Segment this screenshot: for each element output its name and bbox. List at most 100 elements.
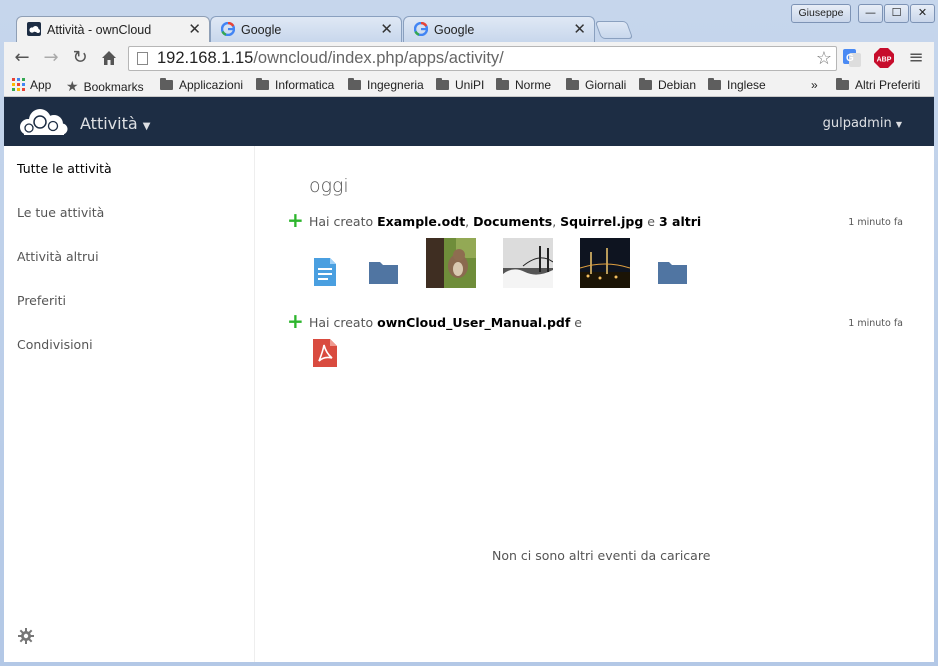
- file-link[interactable]: Documents: [473, 214, 552, 229]
- bookmark-apps[interactable]: App: [12, 78, 51, 92]
- back-arrow-icon[interactable]: ←: [11, 47, 33, 69]
- reload-icon[interactable]: ↻: [69, 47, 91, 69]
- bridge-photo-thumbnail[interactable]: [503, 238, 553, 288]
- browser-window: Attività - ownCloud ✕ Google ✕ Google ✕ …: [0, 0, 938, 666]
- pdf-file-icon[interactable]: [312, 339, 338, 367]
- app-menu-button[interactable]: Attività ▼: [80, 114, 150, 133]
- folder-icon: [160, 78, 173, 90]
- close-tab-icon[interactable]: ✕: [188, 20, 201, 38]
- activity-subject: Hai creato Example.odt, Documents, Squir…: [309, 214, 702, 229]
- bookmark-label: Bookmarks: [83, 80, 144, 94]
- activity-time: 1 minuto fa: [848, 318, 903, 329]
- owncloud-header: Attività ▼ gulpadmin ▼: [4, 97, 934, 146]
- menu-icon[interactable]: ≡: [905, 47, 927, 69]
- no-more-events-message: Non ci sono altri eventi da caricare: [492, 548, 711, 563]
- day-heading: oggi: [309, 175, 349, 197]
- new-tab-button[interactable]: [594, 21, 634, 39]
- bookmark-label: App: [30, 78, 52, 92]
- minimize-button[interactable]: —: [858, 4, 883, 23]
- owncloud-logo-icon[interactable]: [16, 107, 68, 137]
- owncloud-favicon-icon: [27, 22, 41, 36]
- adblock-plus-icon[interactable]: ABP: [874, 48, 894, 68]
- bookmark-bookmarks[interactable]: ★ Bookmarks: [66, 78, 144, 95]
- folder-icon: [639, 78, 652, 90]
- url-path: /owncloud/index.php/apps/activity/: [253, 49, 504, 67]
- tab-owncloud-activity[interactable]: Attività - ownCloud ✕: [16, 16, 210, 42]
- profile-button[interactable]: Giuseppe: [791, 4, 851, 23]
- bookmark-label: Giornali: [585, 78, 627, 92]
- nav-item-shares[interactable]: Condivisioni: [17, 337, 93, 352]
- bookmark-label: Applicazioni: [179, 78, 244, 92]
- close-window-button[interactable]: ✕: [910, 4, 935, 23]
- bookmark-folder-debian[interactable]: Debian: [639, 78, 696, 92]
- bookmark-label: Norme: [515, 78, 552, 92]
- tab-strip: Attività - ownCloud ✕ Google ✕ Google ✕ …: [0, 0, 938, 42]
- nav-item-favorites[interactable]: Preferiti: [17, 293, 66, 308]
- bookmark-folder-informatica[interactable]: Informatica: [256, 78, 334, 92]
- bookmark-label: Informatica: [275, 78, 335, 92]
- bookmark-folder-ingegneria[interactable]: Ingegneria: [348, 78, 424, 92]
- bookmark-folder-unipi[interactable]: UniPI: [436, 78, 484, 92]
- abp-label: ABP: [877, 57, 892, 64]
- bookmark-label: Ingegneria: [367, 78, 424, 92]
- bookmark-folder-inglese[interactable]: Inglese: [708, 78, 766, 92]
- activity-container: oggi + Hai creato Example.odt, Documents…: [255, 146, 934, 662]
- bookmark-star-icon[interactable]: ☆: [816, 47, 832, 70]
- bookmark-label: Debian: [658, 78, 697, 92]
- address-bar[interactable]: 192.168.1.15/owncloud/index.php/apps/act…: [128, 46, 837, 71]
- created-plus-icon: +: [287, 309, 304, 333]
- apps-grid-icon: [12, 78, 25, 91]
- caret-down-icon: ▼: [895, 120, 902, 129]
- folder-icon[interactable]: [658, 238, 708, 288]
- tab-title: Google: [241, 23, 282, 37]
- app-name: Attività: [80, 114, 138, 133]
- tab-title: Google: [434, 23, 475, 37]
- activity-subject: Hai creato ownCloud_User_Manual.pdf e: [309, 315, 582, 330]
- night-city-photo-thumbnail[interactable]: [580, 238, 630, 288]
- google-favicon-icon: [221, 22, 235, 36]
- settings-gear-icon[interactable]: [18, 628, 34, 644]
- file-link[interactable]: Squirrel.jpg: [560, 214, 643, 229]
- folder-icon[interactable]: [369, 238, 419, 288]
- activity-time: 1 minuto fa: [848, 217, 903, 228]
- tab-title: Attività - ownCloud: [47, 23, 152, 37]
- document-file-icon[interactable]: [311, 238, 361, 288]
- browser-toolbar: ← → ↻ 192.168.1.15/owncloud/index.php/ap…: [4, 42, 934, 74]
- bookmark-folder-norme[interactable]: Norme: [496, 78, 551, 92]
- app-navigation: Tutte le attività Le tue attività Attivi…: [4, 146, 255, 662]
- user-menu-button[interactable]: gulpadmin ▼: [823, 116, 902, 131]
- home-icon[interactable]: [98, 47, 120, 69]
- tab-google-2[interactable]: Google ✕: [403, 16, 595, 42]
- file-link[interactable]: ownCloud_User_Manual.pdf: [377, 315, 570, 330]
- star-icon: ★: [66, 78, 79, 94]
- folder-icon: [836, 78, 849, 90]
- close-tab-icon[interactable]: ✕: [573, 20, 586, 38]
- user-name: gulpadmin: [822, 116, 892, 131]
- bookmark-folder-altri-preferiti[interactable]: Altri Preferiti: [836, 78, 920, 92]
- nav-item-your-activities[interactable]: Le tue attività: [17, 205, 104, 220]
- more-files-link[interactable]: 3 altri: [659, 214, 701, 229]
- bookmark-folder-giornali[interactable]: Giornali: [566, 78, 626, 92]
- bookmark-label: UniPI: [455, 78, 485, 92]
- squirrel-image-thumbnail[interactable]: [426, 238, 476, 288]
- maximize-button[interactable]: ☐: [884, 4, 909, 23]
- bookmarks-bar: App ★ Bookmarks Applicazioni Informatica …: [4, 74, 934, 97]
- tab-google-1[interactable]: Google ✕: [210, 16, 402, 42]
- folder-icon: [566, 78, 579, 90]
- page-content: Attività ▼ gulpadmin ▼ Tutte le attività…: [4, 97, 934, 662]
- bookmark-label: Inglese: [727, 78, 766, 92]
- bookmark-folder-applicazioni[interactable]: Applicazioni: [160, 78, 243, 92]
- google-favicon-icon: [414, 22, 428, 36]
- google-translate-icon[interactable]: G: [842, 48, 862, 68]
- close-tab-icon[interactable]: ✕: [380, 20, 393, 38]
- folder-icon: [256, 78, 269, 90]
- folder-icon: [496, 78, 509, 90]
- bookmarks-overflow-icon[interactable]: »: [811, 78, 818, 92]
- folder-icon: [708, 78, 721, 90]
- nav-item-others-activities[interactable]: Attività altrui: [17, 249, 99, 264]
- file-link[interactable]: Example.odt: [377, 214, 465, 229]
- nav-item-all-activities[interactable]: Tutte le attività: [17, 161, 112, 176]
- url-host: 192.168.1.15: [157, 49, 254, 67]
- svg-text:G: G: [846, 53, 854, 64]
- forward-arrow-icon[interactable]: →: [40, 47, 62, 69]
